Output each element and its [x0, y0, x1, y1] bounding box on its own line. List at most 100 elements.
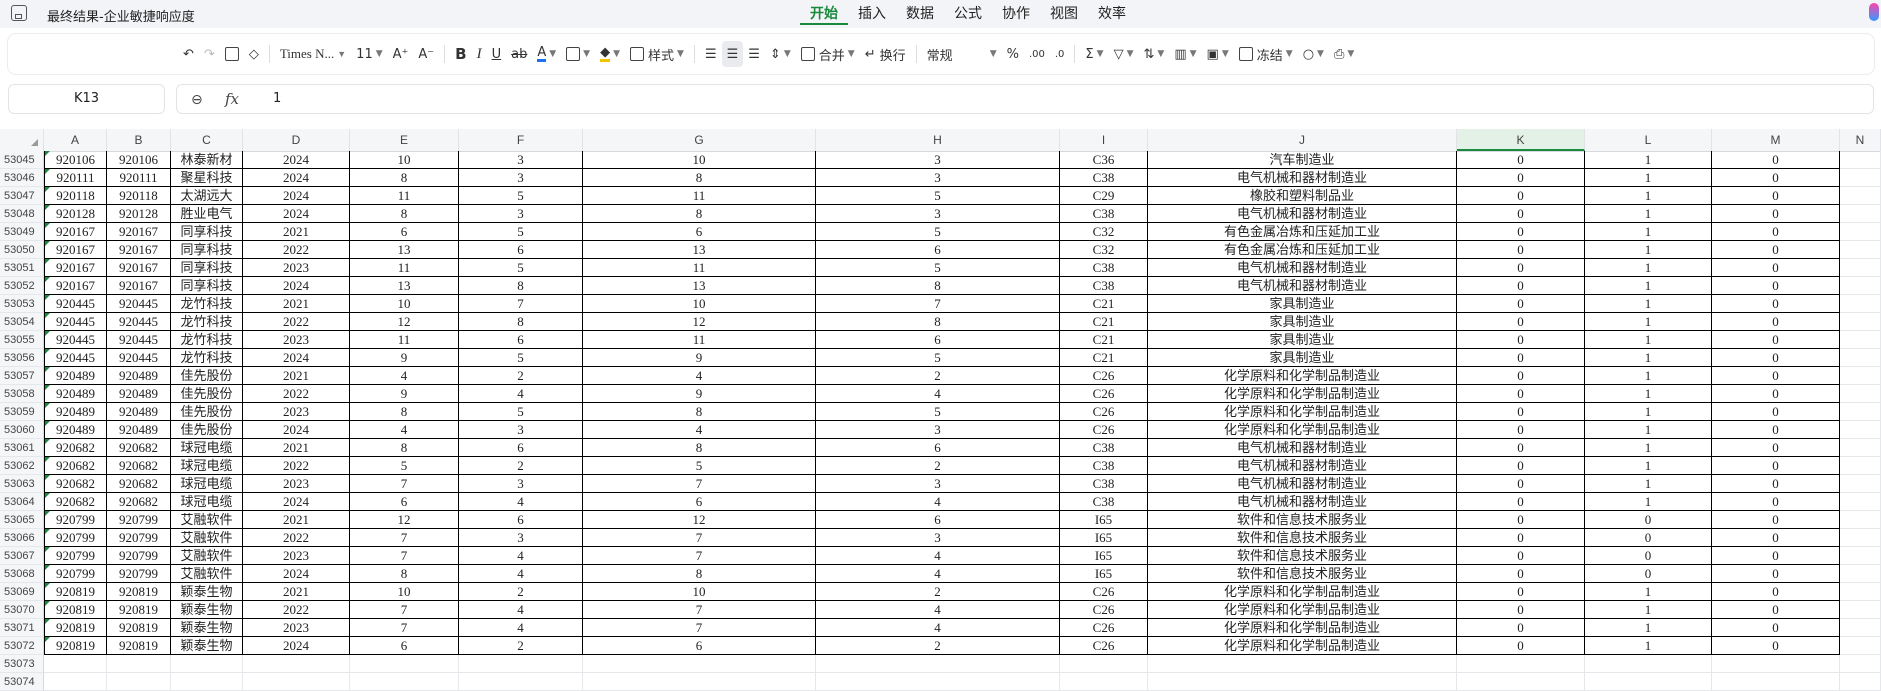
- table-cell[interactable]: 2021: [243, 223, 350, 241]
- table-cell[interactable]: 2023: [243, 331, 350, 349]
- table-cell[interactable]: 5: [459, 187, 583, 205]
- table-cell[interactable]: 8: [583, 205, 816, 223]
- empty-cell[interactable]: [1148, 655, 1457, 673]
- table-cell[interactable]: 4: [459, 385, 583, 403]
- empty-cell[interactable]: [1840, 223, 1881, 241]
- table-cell[interactable]: 0: [1712, 583, 1840, 601]
- table-cell[interactable]: 920111: [107, 169, 171, 187]
- table-cell[interactable]: C29: [1060, 187, 1148, 205]
- table-cell[interactable]: 11: [583, 259, 816, 277]
- table-cell[interactable]: 软件和信息技术服务业: [1148, 529, 1457, 547]
- table-cell[interactable]: 4: [816, 619, 1060, 637]
- empty-cell[interactable]: [1840, 349, 1881, 367]
- table-cell[interactable]: C38: [1060, 457, 1148, 475]
- table-cell[interactable]: 920106: [44, 151, 107, 169]
- row-number[interactable]: 53065: [0, 511, 44, 529]
- table-cell[interactable]: 7: [350, 601, 459, 619]
- table-cell[interactable]: 0: [1457, 259, 1585, 277]
- table-cell[interactable]: 920489: [44, 421, 107, 439]
- table-cell[interactable]: 7: [583, 475, 816, 493]
- empty-cell[interactable]: [1840, 367, 1881, 385]
- cell-reference-box[interactable]: K13: [8, 84, 165, 114]
- table-cell[interactable]: 920682: [107, 475, 171, 493]
- table-cell[interactable]: 4: [459, 619, 583, 637]
- table-cell[interactable]: 0: [1712, 475, 1840, 493]
- table-cell[interactable]: 920167: [44, 277, 107, 295]
- table-cell[interactable]: 3: [816, 205, 1060, 223]
- table-cell[interactable]: 8: [350, 205, 459, 223]
- table-cell[interactable]: 2022: [243, 457, 350, 475]
- table-cell[interactable]: 0: [1712, 619, 1840, 637]
- table-cell[interactable]: 920445: [44, 295, 107, 313]
- table-cell[interactable]: 0: [1457, 187, 1585, 205]
- print-icon[interactable]: ⎙ ▼: [1329, 41, 1359, 67]
- table-cell[interactable]: 8: [459, 277, 583, 295]
- row-number[interactable]: 53068: [0, 565, 44, 583]
- table-cell[interactable]: 0: [1712, 565, 1840, 583]
- empty-cell[interactable]: [1457, 673, 1585, 691]
- empty-cell[interactable]: [1840, 475, 1881, 493]
- table-cell[interactable]: 家具制造业: [1148, 349, 1457, 367]
- strikethrough-icon[interactable]: ab: [506, 41, 532, 67]
- table-cell[interactable]: 2: [816, 583, 1060, 601]
- tab-formula[interactable]: 公式: [944, 0, 992, 25]
- table-cell[interactable]: 球冠电缆: [171, 493, 243, 511]
- empty-cell[interactable]: [1712, 673, 1840, 691]
- table-cell[interactable]: 0: [1712, 349, 1840, 367]
- table-cell[interactable]: 9: [350, 385, 459, 403]
- table-cell[interactable]: 1: [1585, 475, 1712, 493]
- table-cell[interactable]: 7: [350, 547, 459, 565]
- table-cell[interactable]: 0: [1712, 403, 1840, 421]
- table-cell[interactable]: 920682: [44, 493, 107, 511]
- table-cell[interactable]: 家具制造业: [1148, 295, 1457, 313]
- table-cell[interactable]: 12: [583, 511, 816, 529]
- table-cell[interactable]: 0: [1457, 619, 1585, 637]
- table-cell[interactable]: 化学原料和化学制品制造业: [1148, 583, 1457, 601]
- table-cell[interactable]: 8: [583, 565, 816, 583]
- empty-cell[interactable]: [44, 655, 107, 673]
- italic-icon[interactable]: I: [472, 41, 487, 67]
- empty-cell[interactable]: [1840, 493, 1881, 511]
- table-cell[interactable]: 2023: [243, 475, 350, 493]
- table-cell[interactable]: 7: [350, 619, 459, 637]
- table-cell[interactable]: 0: [1712, 529, 1840, 547]
- table-cell[interactable]: 化学原料和化学制品制造业: [1148, 619, 1457, 637]
- empty-cell[interactable]: [816, 655, 1060, 673]
- table-cell[interactable]: 7: [583, 601, 816, 619]
- empty-cell[interactable]: [1840, 187, 1881, 205]
- table-cell[interactable]: 4: [816, 601, 1060, 619]
- table-cell[interactable]: 920167: [44, 241, 107, 259]
- table-cell[interactable]: 同享科技: [171, 241, 243, 259]
- table-cell[interactable]: 4: [459, 601, 583, 619]
- table-cell[interactable]: 3: [816, 169, 1060, 187]
- table-cell[interactable]: 920167: [107, 259, 171, 277]
- table-cell[interactable]: 920167: [44, 259, 107, 277]
- undo-icon[interactable]: ↶: [178, 41, 199, 67]
- table-cell[interactable]: 汽车制造业: [1148, 151, 1457, 169]
- table-cell[interactable]: 920167: [44, 223, 107, 241]
- table-cell[interactable]: 920489: [44, 385, 107, 403]
- table-cell[interactable]: 佳先股份: [171, 385, 243, 403]
- table-cell[interactable]: 0: [1457, 313, 1585, 331]
- table-cell[interactable]: 5: [459, 223, 583, 241]
- table-cell[interactable]: 0: [1712, 493, 1840, 511]
- empty-cell[interactable]: [1840, 313, 1881, 331]
- empty-cell[interactable]: [171, 673, 243, 691]
- percent-icon[interactable]: %: [1002, 41, 1024, 67]
- table-cell[interactable]: 龙竹科技: [171, 349, 243, 367]
- row-number[interactable]: 53059: [0, 403, 44, 421]
- table-cell[interactable]: 920445: [44, 331, 107, 349]
- table-cell[interactable]: 920445: [107, 349, 171, 367]
- row-number[interactable]: 53064: [0, 493, 44, 511]
- table-cell[interactable]: 软件和信息技术服务业: [1148, 547, 1457, 565]
- table-cell[interactable]: C26: [1060, 637, 1148, 655]
- table-cell[interactable]: 化学原料和化学制品制造业: [1148, 601, 1457, 619]
- table-cell[interactable]: 3: [459, 151, 583, 169]
- table-cell[interactable]: 3: [459, 205, 583, 223]
- row-number[interactable]: 53060: [0, 421, 44, 439]
- table-cell[interactable]: 10: [583, 295, 816, 313]
- table-cell[interactable]: 龙竹科技: [171, 313, 243, 331]
- table-cell[interactable]: 920167: [107, 241, 171, 259]
- spreadsheet-grid[interactable]: ABCDEFGHIJKLMN 53045 920106 920106 林泰新材 2024…: [0, 129, 1881, 691]
- table-cell[interactable]: 0: [1457, 547, 1585, 565]
